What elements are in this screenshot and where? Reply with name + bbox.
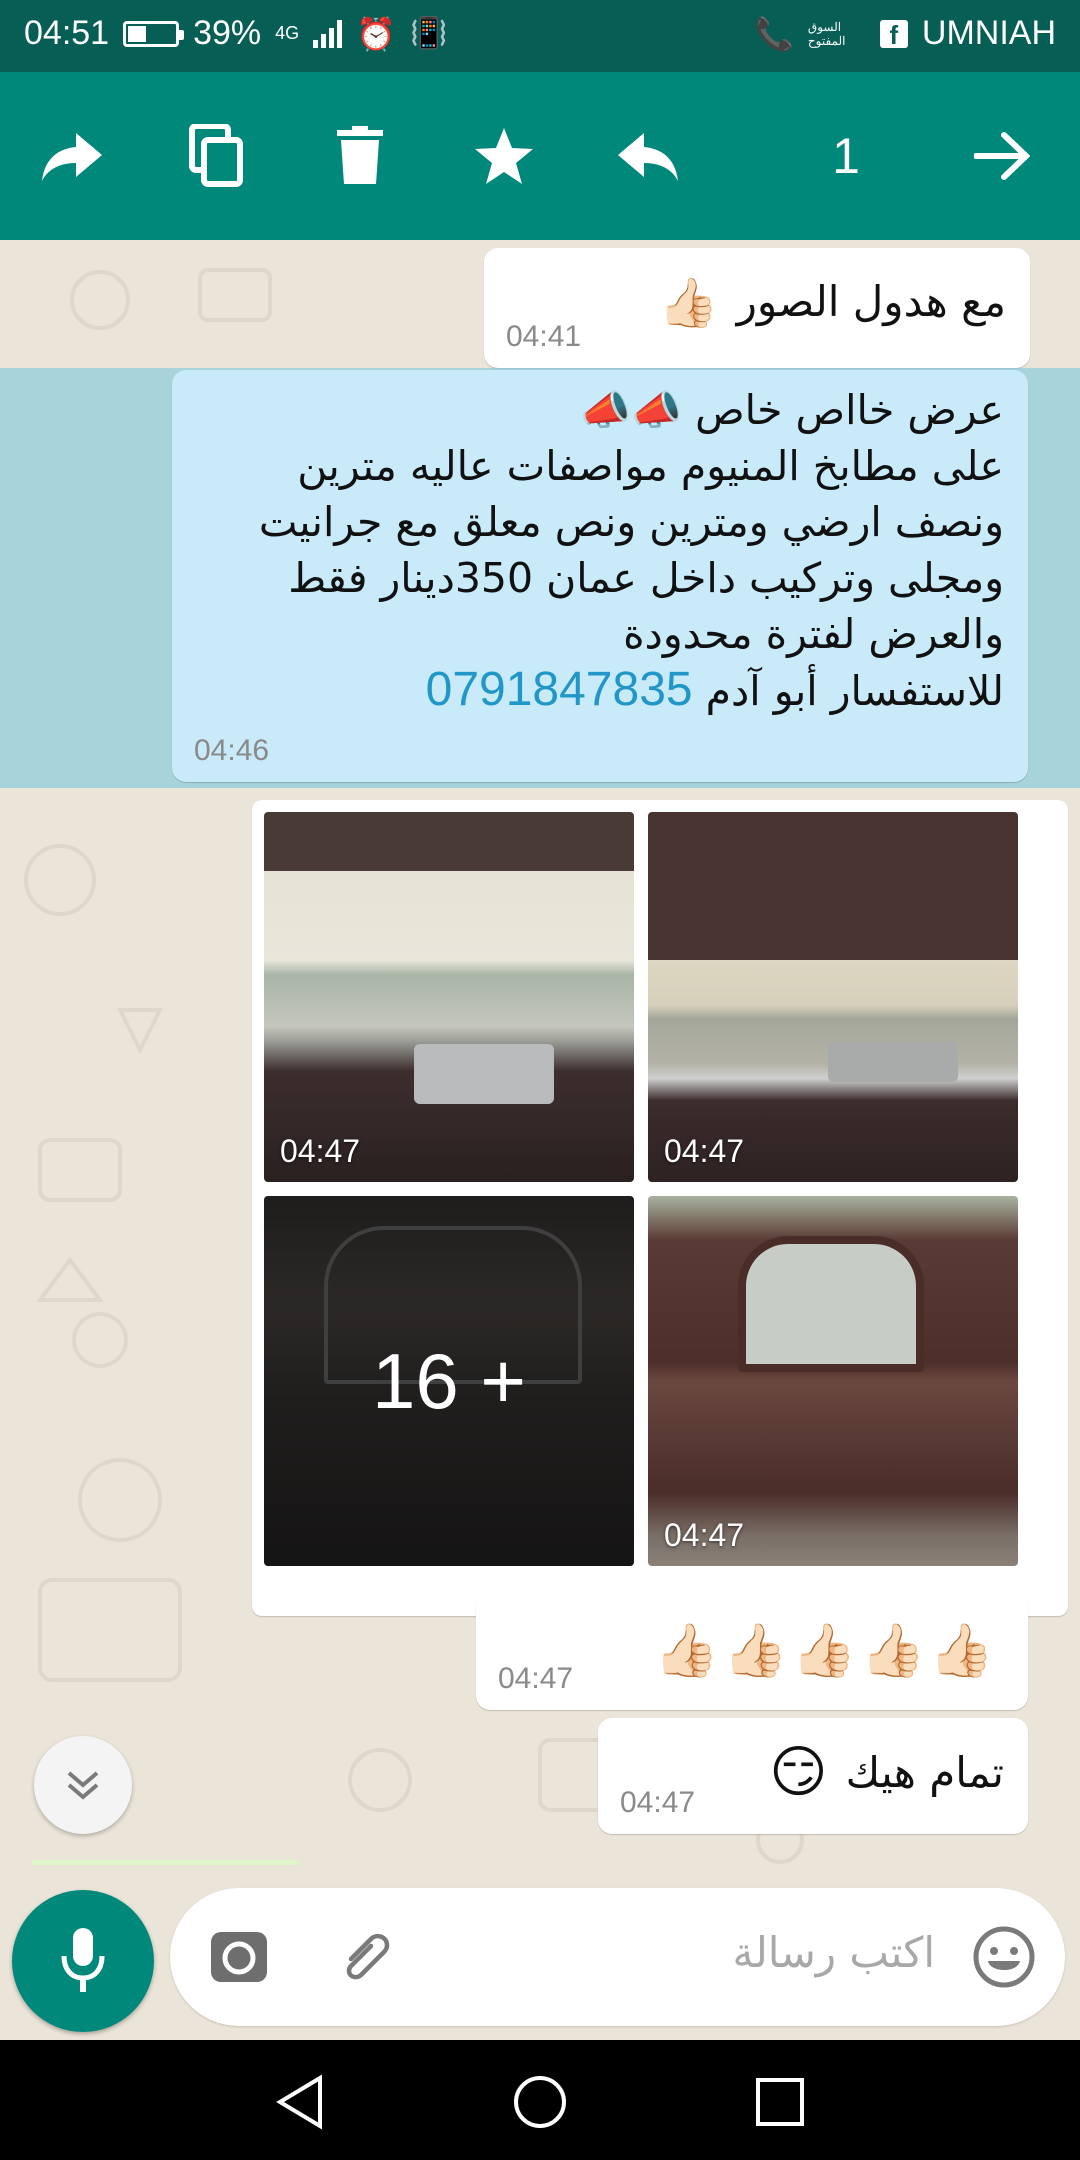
delete-icon[interactable]: [320, 116, 400, 196]
battery-percent: 39%: [193, 14, 262, 52]
network-type: 4G: [275, 23, 300, 43]
phone-link[interactable]: 0791847835: [426, 663, 693, 716]
facebook-icon: f: [879, 19, 908, 50]
call-icon: 📞: [754, 15, 794, 52]
message-line: على مطابخ المنيوم مواصفات عاليه مترين: [297, 442, 1004, 490]
message-text: مع هدول الصور: [736, 277, 1006, 326]
thumbs-up-emoji-row: 👍🏻👍🏻👍🏻👍🏻👍🏻: [654, 1621, 998, 1681]
more-photos-count: + 16: [264, 1196, 634, 1566]
recents-nav-icon[interactable]: [740, 2062, 820, 2142]
message-bubble[interactable]: 👍🏻👍🏻👍🏻👍🏻👍🏻 04:47: [476, 1594, 1028, 1710]
camera-icon[interactable]: [202, 1920, 276, 1994]
kitchen-photo-more[interactable]: + 16: [264, 1196, 634, 1566]
scroll-to-bottom-button[interactable]: [34, 1736, 132, 1834]
kitchen-photo[interactable]: 04:47: [648, 1196, 1018, 1566]
forward-icon[interactable]: [32, 116, 112, 196]
selected-count: 1: [832, 128, 860, 184]
alarm-icon: ⏰: [356, 15, 397, 52]
arrow-right-icon[interactable]: [962, 116, 1042, 196]
inquiry-text: للاستفسار أبو آدم: [705, 667, 1004, 715]
compose-bar: اكتب رسالة: [0, 1865, 1080, 2041]
mic-button[interactable]: [12, 1890, 154, 2032]
message-text: تمام هيك: [845, 1747, 1004, 1797]
kitchen-photo[interactable]: 04:47: [264, 812, 634, 1182]
message-bubble-selected[interactable]: عرض خااص خاص 📣📣 على مطابخ المنيوم مواصفا…: [172, 370, 1028, 782]
chevron-down-icon: [67, 1771, 99, 1800]
back-nav-icon[interactable]: [260, 2062, 340, 2142]
clock: 04:51: [24, 14, 110, 52]
system-nav-bar: [0, 2040, 1080, 2160]
photo-time: 04:47: [664, 1133, 745, 1169]
message-line: ونصف ارضي ومترين ونص معلق مع جرانيت: [258, 498, 1004, 546]
message-time: 04:47: [498, 1662, 574, 1695]
emoji-icon[interactable]: [967, 1920, 1041, 1994]
photo-time: 04:47: [664, 1517, 745, 1553]
carrier-name: UMNIAH: [921, 14, 1056, 52]
thumbs-up-emoji: 👍🏻: [658, 274, 719, 331]
selection-action-bar: 1: [0, 72, 1080, 240]
message-line: والعرض لفترة محدودة: [623, 610, 1004, 658]
battery-icon: [123, 20, 185, 47]
message-line: عرض خااص خاص 📣📣: [579, 386, 1004, 434]
home-nav-icon[interactable]: [500, 2062, 580, 2142]
photo-time: 04:47: [280, 1133, 361, 1169]
attach-icon[interactable]: [330, 1920, 404, 1994]
status-bar: 04:51 39% 4G ⏰ 📳 📞 السوق المفتوح f UMNIA…: [0, 0, 1080, 72]
message-time: 04:46: [194, 734, 270, 767]
photo-album-bubble[interactable]: 04:47 04:47 + 16 04:47: [252, 800, 1068, 1616]
smirk-emoji: 😏: [769, 1740, 828, 1805]
message-input[interactable]: اكتب رسالة: [170, 1888, 1065, 2026]
chat-area[interactable]: مع هدول الصور 👍🏻 04:41 عرض خااص خاص 📣📣 ع…: [0, 240, 1080, 1890]
copy-icon[interactable]: [176, 116, 256, 196]
message-time: 04:41: [506, 320, 582, 353]
message-line: ومجلى وتركيب داخل عمان 350دينار فقط: [288, 554, 1004, 602]
mic-icon: [61, 1928, 105, 1992]
star-icon[interactable]: [464, 116, 544, 196]
kitchen-photo[interactable]: 04:47: [648, 812, 1018, 1182]
vibrate-icon: 📳: [410, 17, 448, 50]
message-placeholder: اكتب رسالة: [732, 1928, 935, 1977]
message-bubble[interactable]: تمام هيك 😏 04:47: [598, 1718, 1028, 1834]
message-bubble[interactable]: مع هدول الصور 👍🏻 04:41: [484, 248, 1030, 368]
app-badge: السوق المفتوح: [807, 19, 846, 48]
reply-icon[interactable]: [608, 116, 688, 196]
signal-icon: [313, 19, 343, 48]
message-time: 04:47: [620, 1786, 696, 1819]
